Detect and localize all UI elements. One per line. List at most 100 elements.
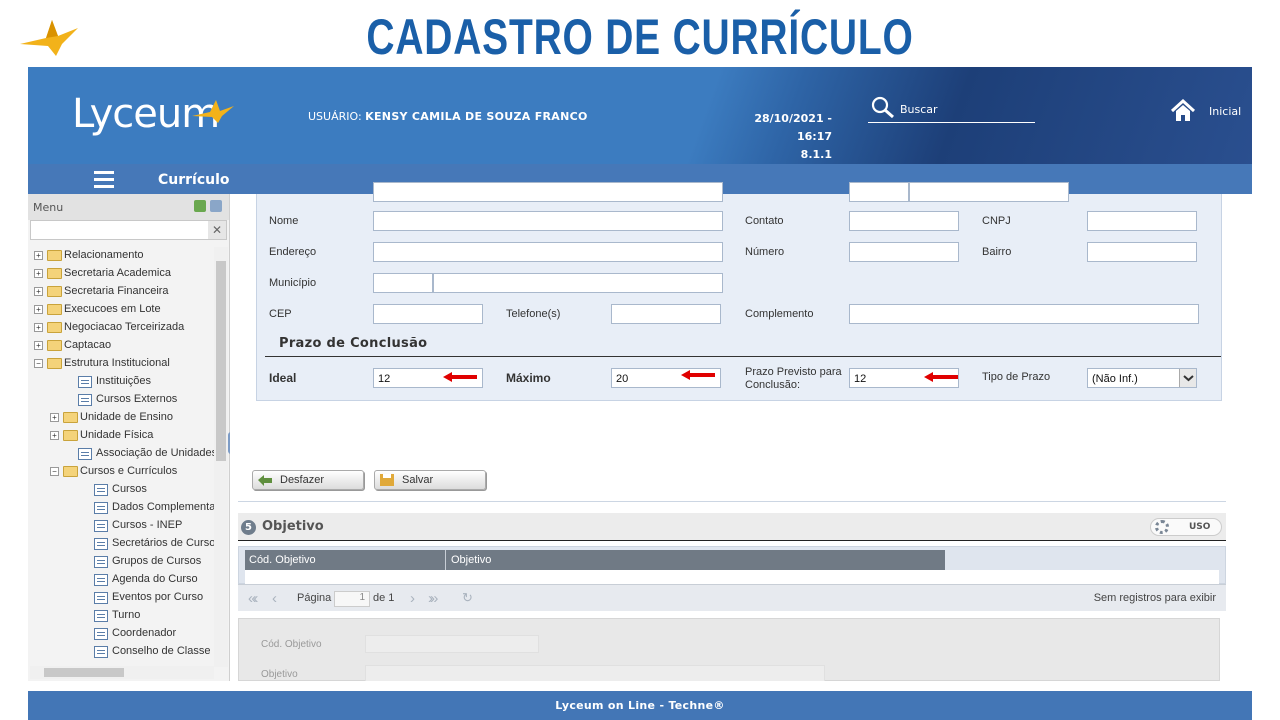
ideal-label: Ideal	[269, 371, 297, 385]
municipio-label: Município	[269, 277, 317, 289]
next-page-icon[interactable]: ›	[410, 590, 415, 607]
menu-item[interactable]: Turno	[28, 607, 214, 625]
prazo-previsto-label-line1: Prazo Previsto para	[745, 366, 842, 378]
telefone-field[interactable]	[611, 304, 721, 324]
last-page-icon[interactable]: ›»	[428, 590, 438, 607]
complemento-field[interactable]	[849, 304, 1199, 324]
municipio-code-field[interactable]	[373, 273, 433, 293]
page-input[interactable]: 1	[334, 591, 370, 607]
menu-item[interactable]: Grupos de Cursos	[28, 553, 214, 571]
menu-item[interactable]: Conselho de Classe	[28, 643, 214, 661]
menu-item[interactable]: Dados Complementares	[28, 499, 214, 517]
endereco-field[interactable]	[373, 242, 723, 262]
clear-filter-icon[interactable]: ✕	[208, 221, 226, 239]
menu-horizontal-scrollbar[interactable]	[30, 666, 214, 679]
prev-page-icon[interactable]: ‹	[272, 590, 277, 607]
menu-item[interactable]: − Estrutura Institucional	[28, 355, 214, 373]
expand-icon[interactable]: +	[34, 323, 43, 332]
menu-item[interactable]: Coordenador	[28, 625, 214, 643]
cnpj-field[interactable]	[1087, 211, 1197, 231]
folder-icon	[63, 412, 78, 423]
document-icon	[94, 502, 108, 514]
document-icon	[94, 646, 108, 658]
refresh-icon[interactable]	[194, 200, 206, 212]
desfazer-button[interactable]: Desfazer	[252, 470, 364, 490]
expand-icon[interactable]: +	[50, 431, 59, 440]
home-icon[interactable]	[1170, 99, 1196, 123]
nome-field[interactable]	[373, 211, 723, 231]
pin-icon[interactable]	[210, 200, 222, 212]
bairro-field[interactable]	[1087, 242, 1197, 262]
menu-item[interactable]: Cursos	[28, 481, 214, 499]
main-content: Nome Contato CNPJ Endereço Número Bairro…	[230, 182, 1252, 681]
grid-body	[245, 570, 1219, 584]
cep-field[interactable]	[373, 304, 483, 324]
menu-filter-input[interactable]: ✕	[30, 220, 227, 240]
search-icon	[871, 96, 894, 119]
first-page-icon[interactable]: «‹	[248, 590, 258, 607]
collapse-icon[interactable]: −	[50, 467, 59, 476]
refresh-icon[interactable]: ↻	[462, 590, 473, 606]
menu-item[interactable]: + Secretaria Financeira	[28, 283, 214, 301]
folder-icon	[47, 250, 62, 261]
document-icon	[78, 448, 92, 460]
cropped-field[interactable]	[909, 182, 1069, 202]
menu-item-label: Instituições	[96, 375, 152, 387]
numero-field[interactable]	[849, 242, 959, 262]
menu-item-label: Dados Complementares	[112, 501, 214, 513]
menu-item[interactable]: + Captacao	[28, 337, 214, 355]
municipio-name-field[interactable]	[433, 273, 723, 293]
menu-item[interactable]: Cursos - INEP	[28, 517, 214, 535]
menu-item[interactable]: + Unidade Física	[28, 427, 214, 445]
menu-item[interactable]: + Negociacao Terceirizada	[28, 319, 214, 337]
document-icon	[94, 574, 108, 586]
home-label[interactable]: Inicial	[1209, 105, 1241, 118]
uso-label: USO	[1189, 522, 1211, 532]
menu-item[interactable]: Associação de Unidades	[28, 445, 214, 463]
menu-item[interactable]: Cursos Externos	[28, 391, 214, 409]
expand-icon[interactable]: +	[34, 287, 43, 296]
document-icon	[94, 592, 108, 604]
menu-item[interactable]: Secretários de Curso	[28, 535, 214, 553]
tipo-prazo-select[interactable]: (Não Inf.)	[1087, 368, 1197, 388]
hamburger-menu-icon[interactable]	[94, 171, 114, 188]
menu-item[interactable]: Instituições	[28, 373, 214, 391]
contato-field[interactable]	[849, 211, 959, 231]
expand-icon[interactable]: +	[34, 341, 43, 350]
tipo-prazo-value: (Não Inf.)	[1092, 373, 1138, 385]
detail-cod-field[interactable]	[365, 635, 539, 653]
cropped-field[interactable]	[373, 182, 723, 202]
column-objetivo[interactable]: Objetivo	[451, 554, 491, 566]
search-box[interactable]: Buscar	[868, 95, 1035, 123]
menu-item[interactable]: + Execucoes em Lote	[28, 301, 214, 319]
complemento-label: Complemento	[745, 308, 814, 320]
menu-item-label: Agenda do Curso	[112, 573, 198, 585]
column-cod-objetivo[interactable]: Cód. Objetivo	[249, 554, 316, 566]
menu-item[interactable]: + Relacionamento	[28, 247, 214, 265]
expand-icon[interactable]: +	[34, 269, 43, 278]
uso-toggle[interactable]: USO	[1150, 518, 1222, 536]
menu-item[interactable]: + Secretaria Academica	[28, 265, 214, 283]
detail-obj-field[interactable]	[365, 665, 825, 681]
document-icon	[94, 538, 108, 550]
folder-icon	[63, 430, 78, 441]
menu-item[interactable]: − Cursos e Currículos	[28, 463, 214, 481]
menu-item-label: Cursos	[112, 483, 147, 495]
menu-vertical-scrollbar[interactable]	[214, 247, 228, 667]
page-of-label: de 1	[373, 592, 395, 604]
menu-item[interactable]: Eventos por Curso	[28, 589, 214, 607]
lyceum-logo[interactable]: Lyceum	[72, 91, 234, 137]
menu-item[interactable]: + Unidade de Ensino	[28, 409, 214, 427]
user-name: KENSY CAMILA DE SOUZA FRANCO	[365, 110, 588, 123]
document-icon	[78, 376, 92, 388]
search-input[interactable]: Buscar	[900, 103, 938, 116]
expand-icon[interactable]: +	[34, 305, 43, 314]
expand-icon[interactable]: +	[34, 251, 43, 260]
expand-icon[interactable]: +	[50, 413, 59, 422]
salvar-button[interactable]: Salvar	[374, 470, 486, 490]
chevron-down-icon[interactable]	[1179, 369, 1196, 387]
collapse-icon[interactable]: −	[34, 359, 43, 368]
menu-item[interactable]: Agenda do Curso	[28, 571, 214, 589]
menu-item-label: Cursos e Currículos	[80, 465, 178, 477]
cropped-field[interactable]	[849, 182, 909, 202]
